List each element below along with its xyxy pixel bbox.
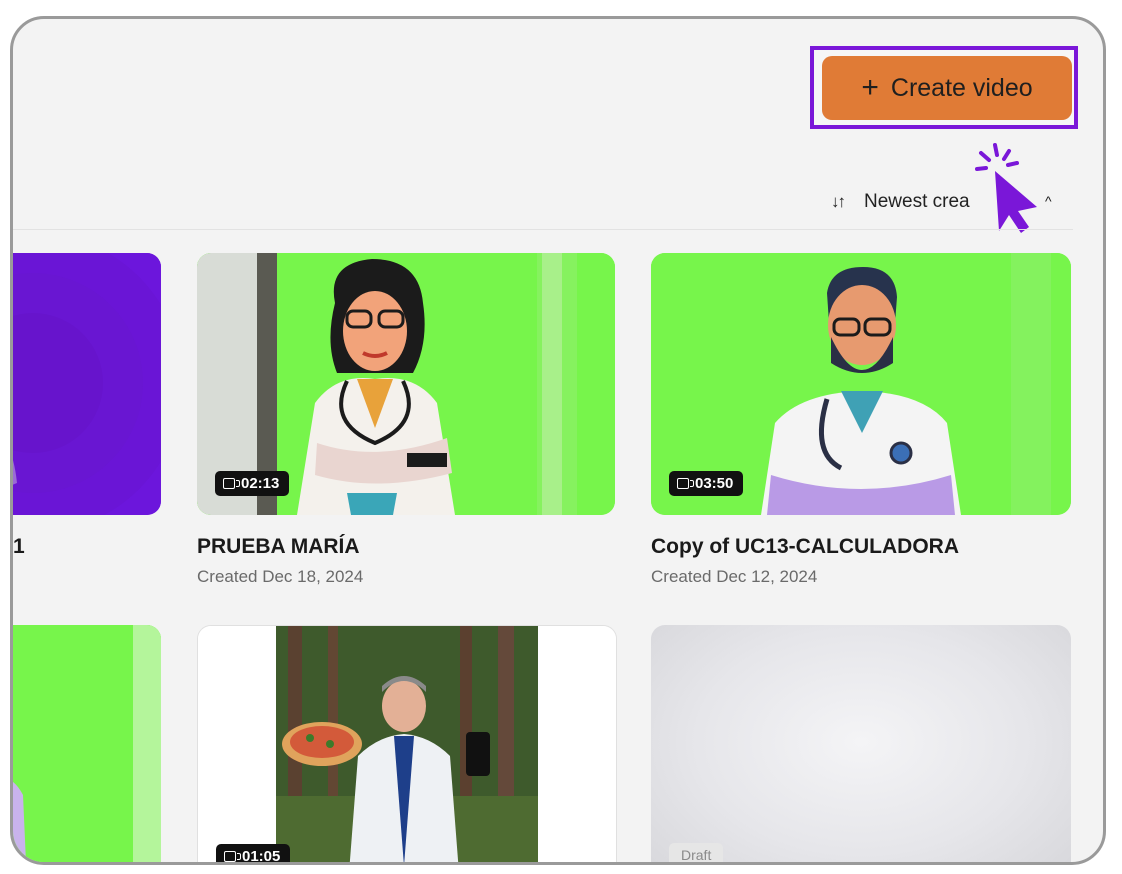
video-card-thumbnail[interactable]: 03:50 [651,253,1071,515]
create-video-button[interactable]: + Create video [822,56,1072,120]
video-created-date: Created Dec 12, 2024 [651,567,818,586]
duration-text: 01:05 [242,848,281,865]
video-camera-icon [677,478,694,489]
video-title[interactable]: 1 [13,535,25,559]
duration-badge: 01:05 [216,844,291,865]
video-thumbnail-image [13,625,161,862]
video-thumbnail-image [198,626,616,862]
create-video-label: Create video [890,73,1033,102]
chevron-up-icon: ^ [1045,193,1052,209]
divider [13,229,1073,230]
video-card-thumbnail[interactable]: Draft [651,625,1071,862]
sort-label: Newest crea [864,191,970,212]
duration-badge: 03:50 [669,471,744,496]
video-created-date: Created Dec 18, 2024 [197,567,364,586]
video-thumbnail-image [13,253,161,515]
video-card-thumbnail[interactable] [13,625,161,862]
video-camera-icon [224,851,241,862]
sort-dropdown[interactable]: ↓↑ Newest crea ^ [831,187,1052,217]
sort-arrows-icon: ↓↑ [831,192,846,211]
video-card-thumbnail[interactable]: 01:05 [197,625,617,865]
cursor-click-icon [975,143,1037,233]
duration-badge: 02:13 [215,471,290,496]
video-card-thumbnail[interactable] [13,253,161,515]
app-window: + Create video ↓↑ Newest crea ^ 1 02:13 … [10,16,1106,865]
video-card-thumbnail[interactable]: 02:13 [197,253,615,515]
duration-text: 03:50 [695,475,734,492]
video-title[interactable]: Copy of UC13-CALCULADORA [651,535,959,559]
video-camera-icon [223,478,240,489]
duration-text: 02:13 [241,475,280,492]
draft-badge: Draft [669,843,724,862]
plus-icon: + [861,71,879,104]
video-title[interactable]: PRUEBA MARÍA [197,535,360,559]
